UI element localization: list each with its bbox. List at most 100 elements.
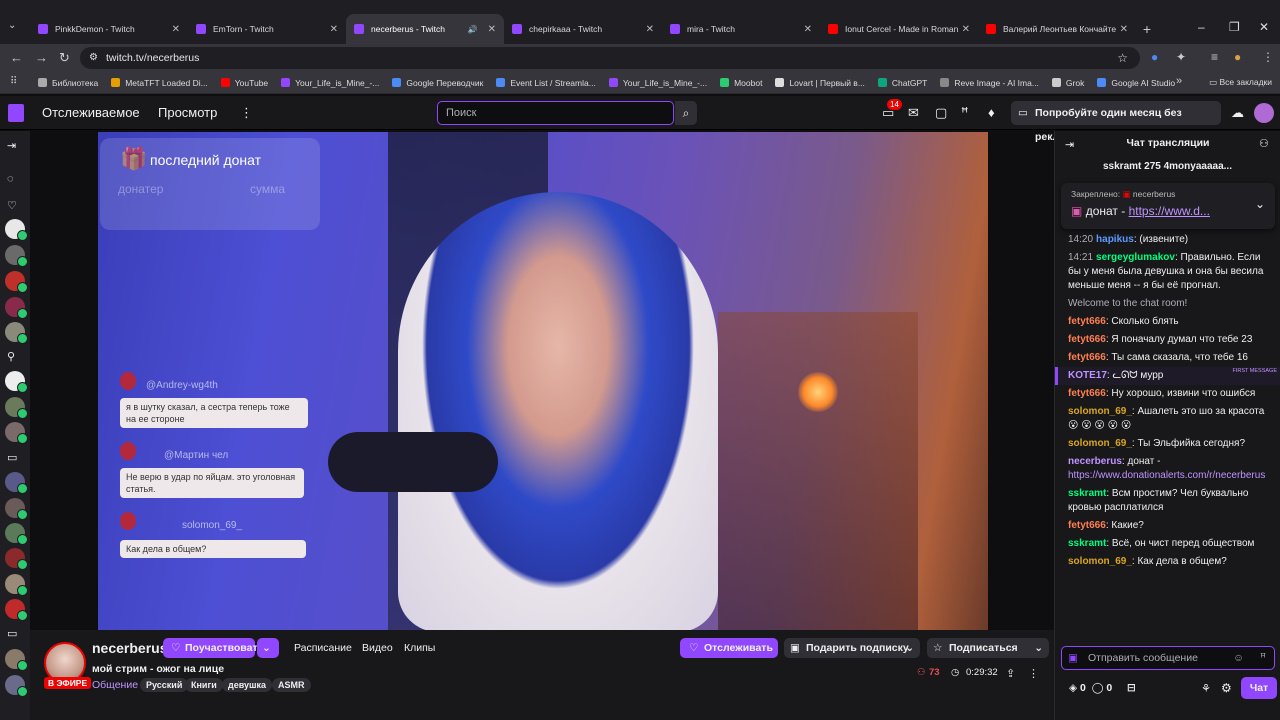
forward-icon[interactable]: → (35, 50, 48, 65)
recommended-icon[interactable]: ◌ (7, 173, 14, 185)
bookmark-item[interactable]: ChatGPT (877, 78, 927, 88)
close-tab-icon[interactable]: ✕ (646, 24, 654, 35)
browser-tab[interactable]: mira - Twitch ✕ (662, 14, 820, 44)
bookmark-item[interactable]: Reve Image - AI Ima... (940, 78, 1039, 88)
close-window-icon[interactable]: ✕ (1259, 20, 1269, 34)
bookmark-star-icon[interactable]: ☆ (1117, 47, 1128, 69)
bookmark-item[interactable]: Библиотека (38, 78, 98, 88)
followed-channel-avatar[interactable] (5, 245, 28, 267)
channel-avatar[interactable] (5, 675, 28, 697)
bookmark-item[interactable]: Google Переводчик (392, 78, 483, 88)
reload-icon[interactable]: ↻ (59, 50, 70, 66)
chat-tools-icon[interactable]: ⚘ (1201, 682, 1211, 695)
more-options-icon[interactable]: ⋮ (1028, 667, 1039, 680)
chat-username[interactable]: necerberus (1068, 456, 1122, 467)
channel-points[interactable]: ◈ 0 ◯ 0 ⊟ (1069, 682, 1136, 694)
user-avatar[interactable] (1254, 103, 1274, 123)
bookmark-item[interactable]: Moobot (720, 78, 762, 88)
messages-icon[interactable]: ✉ (908, 105, 919, 121)
chat-username[interactable]: solomon_69_ (1068, 438, 1132, 449)
bookmark-item[interactable]: Event List / Streamla... (496, 78, 596, 88)
close-tab-icon[interactable]: ✕ (1120, 24, 1128, 35)
pinned-link[interactable]: https://www.d... (1129, 204, 1210, 218)
chevron-down-icon[interactable]: ⌄ (1255, 197, 1265, 211)
bookmark-item[interactable]: Your_Life_is_Mine_-... (281, 78, 379, 88)
video-player[interactable]: 🎁 последний донат донатер сумма @Andrey-… (98, 132, 988, 630)
chat-username[interactable]: fetyt666 (1068, 316, 1106, 327)
nav-following[interactable]: Отслеживаемое (42, 105, 140, 120)
bookmark-item[interactable]: Google AI Studio (1097, 78, 1175, 88)
all-bookmarks[interactable]: ▭ Все закладки (1209, 77, 1272, 88)
channel-avatar[interactable] (5, 599, 28, 621)
minimize-icon[interactable]: – (1198, 20, 1205, 34)
chat-username[interactable]: KOTE17 (1068, 370, 1107, 381)
tab-search-icon[interactable]: ⌄ (8, 20, 16, 31)
bookmark-item[interactable]: YouTube (220, 78, 268, 88)
close-tab-icon[interactable]: ✕ (962, 24, 970, 35)
bits-icon[interactable]: ♦ (988, 105, 995, 120)
nav-more-icon[interactable]: ⋮ (240, 105, 253, 121)
recommended-channel-avatar[interactable] (5, 371, 28, 393)
nav-browse[interactable]: Просмотр (158, 105, 217, 120)
recommended-people-icon[interactable]: ⚲ (7, 350, 15, 363)
turbo-icon[interactable]: ☁ (1231, 105, 1244, 121)
chat-username[interactable]: fetyt666 (1068, 334, 1106, 345)
browser-tab[interactable]: chepirkaaa - Twitch ✕ (504, 14, 662, 44)
videos-link[interactable]: Видео (362, 642, 393, 654)
chat-username[interactable]: fetyt666 (1068, 520, 1106, 531)
close-tab-icon[interactable]: ✕ (330, 24, 338, 35)
followed-channel-avatar[interactable] (5, 219, 28, 241)
send-chat-button[interactable]: Чат (1241, 677, 1277, 699)
ad-free-prime-button[interactable]: ▭ Попробуйте один месяц без рекламы (1011, 101, 1221, 143)
hype-button[interactable]: ♡ Поучаствовать (163, 638, 264, 658)
media-controls-icon[interactable]: ≡ (1211, 50, 1218, 64)
whispers-icon[interactable]: ▢ (935, 105, 947, 121)
maximize-icon[interactable]: ❐ (1229, 20, 1240, 34)
share-icon[interactable]: ⇪ (1006, 667, 1015, 680)
profile-avatar-icon[interactable]: ● (1234, 50, 1241, 64)
hype-dropdown-icon[interactable]: ⌄ (257, 638, 279, 658)
followed-channel-avatar[interactable] (5, 271, 28, 293)
pinned-message[interactable]: Закреплено: ▣ necerberus ▣ донат - https… (1061, 183, 1275, 229)
subscribe-button[interactable]: ☆ Подписаться ⌄ (927, 638, 1049, 658)
emote-picker-icon[interactable]: ☺ (1233, 647, 1244, 669)
channel-name[interactable]: necerberus (92, 640, 167, 656)
gift-sub-button[interactable]: ▣ Подарить подписку ⌄ (784, 638, 920, 658)
channel-avatar[interactable] (5, 649, 28, 671)
close-tab-icon[interactable]: ✕ (488, 24, 496, 35)
twitch-logo-icon[interactable] (8, 104, 24, 122)
tag[interactable]: девушка (222, 678, 273, 692)
back-icon[interactable]: ← (10, 50, 23, 65)
channel-avatar[interactable] (5, 498, 28, 520)
search-input[interactable]: Поиск (437, 101, 674, 125)
url-bar[interactable]: ⚙ twitch.tv/necerberus ☆ (80, 47, 1140, 69)
browser-tab[interactable]: PinkkDemon - Twitch ✕ (30, 14, 188, 44)
gift-leaderboard[interactable]: sskramt 275 4monyaaaaa... (1055, 156, 1280, 178)
browser-menu-icon[interactable]: ⋮ (1262, 50, 1274, 64)
browser-tab[interactable]: Валерий Леонтьев Кончайте, ... ✕ (978, 14, 1136, 44)
close-tab-icon[interactable]: ✕ (804, 24, 812, 35)
bits-chat-icon[interactable]: ꟸ (1260, 647, 1266, 669)
bookmark-item[interactable]: Your_Life_is_Mine_-... (608, 78, 707, 88)
chat-username[interactable]: solomon_69_ (1068, 556, 1132, 567)
follow-button[interactable]: ♡ Отслеживать (680, 638, 778, 658)
channel-avatar[interactable] (5, 523, 28, 545)
chat-username[interactable]: fetyt666 (1068, 352, 1106, 363)
clips-link[interactable]: Клипы (404, 642, 435, 654)
browser-tab[interactable]: Ionut Cercel - Made in Romania ✕ (820, 14, 978, 44)
tag[interactable]: ASMR (272, 678, 311, 692)
chat-username[interactable]: hapikus (1096, 234, 1134, 245)
activity-icon[interactable]: ꟸ (961, 105, 969, 121)
followed-channel-avatar[interactable] (5, 322, 28, 344)
chat-settings-icon[interactable]: ⚙ (1221, 681, 1232, 695)
browser-tab[interactable]: necerberus - Twitch 🔊 ✕ (346, 14, 504, 44)
audio-playing-icon[interactable]: 🔊 (468, 25, 478, 34)
bookmark-item[interactable]: MetaTFT Loaded Di... (111, 78, 208, 88)
stream-category[interactable]: Общение (92, 679, 138, 691)
tag[interactable]: Книги (185, 678, 223, 692)
browser-tab[interactable]: EmTorn - Twitch ✕ (188, 14, 346, 44)
search-icon[interactable]: ⌕ (675, 101, 697, 125)
chat-settings-badge-icon[interactable]: ▣ (1068, 647, 1078, 669)
site-info-icon[interactable]: ⚙ (89, 47, 98, 69)
video-icon-2[interactable]: ▭ (7, 627, 17, 640)
